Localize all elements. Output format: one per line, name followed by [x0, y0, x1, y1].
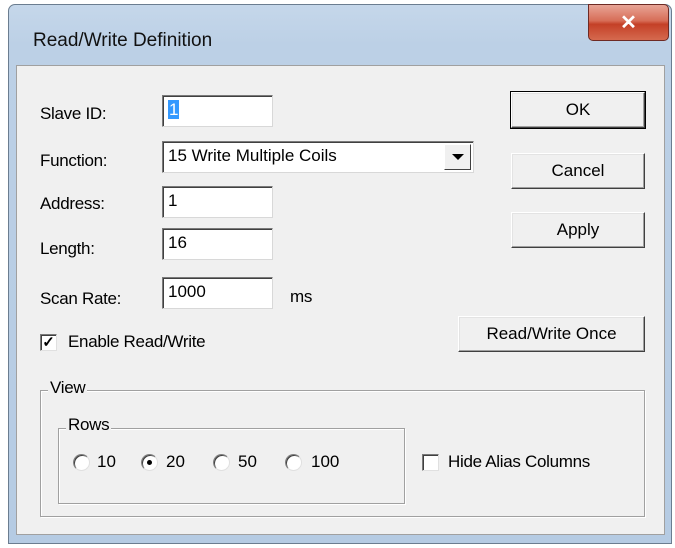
scan-rate-unit: ms	[290, 287, 313, 306]
length-label: Length:	[40, 239, 95, 258]
rows-radio-50-label: 50	[238, 452, 257, 471]
radio-selected-dot	[147, 460, 152, 465]
enable-read-write-label: Enable Read/Write	[68, 332, 206, 351]
read-write-once-button[interactable]: Read/Write Once	[458, 316, 645, 352]
hide-alias-columns-checkbox[interactable]	[422, 454, 439, 471]
rows-radio-10[interactable]	[73, 454, 90, 471]
address-label: Address:	[40, 194, 105, 213]
close-icon: ✕	[620, 12, 637, 34]
view-group-label: View	[48, 378, 88, 398]
dialog-window: Read/Write Definition ✕ Slave ID: 1 Func…	[8, 4, 672, 544]
scan-rate-label: Scan Rate:	[40, 289, 122, 308]
rows-group-label: Rows	[66, 415, 112, 435]
function-label: Function:	[40, 151, 108, 170]
apply-button[interactable]: Apply	[511, 212, 645, 248]
slave-id-input[interactable]: 1	[162, 95, 273, 127]
function-select[interactable]: 15 Write Multiple Coils	[162, 141, 474, 173]
chevron-down-icon	[451, 154, 464, 160]
hide-alias-columns-label: Hide Alias Columns	[448, 452, 590, 471]
rows-radio-50[interactable]	[213, 454, 230, 471]
close-button[interactable]: ✕	[588, 4, 669, 41]
slave-id-label: Slave ID:	[40, 104, 107, 123]
function-value: 15 Write Multiple Coils	[168, 146, 337, 165]
rows-radio-10-label: 10	[97, 452, 116, 471]
address-input[interactable]: 1	[162, 186, 273, 218]
checkmark-icon: ✓	[42, 334, 55, 351]
rows-radio-100[interactable]	[285, 454, 302, 471]
length-input[interactable]: 16	[162, 228, 273, 260]
dialog-client-area: Slave ID: 1 Function: 15 Write Multiple …	[16, 65, 665, 535]
rows-radio-20[interactable]	[141, 454, 158, 471]
cancel-button[interactable]: Cancel	[511, 153, 645, 189]
rows-radio-20-label: 20	[166, 452, 185, 471]
ok-button[interactable]: OK	[510, 91, 646, 129]
rows-radio-100-label: 100	[311, 452, 340, 471]
enable-read-write-checkbox[interactable]: ✓	[40, 334, 57, 351]
scan-rate-input[interactable]: 1000	[162, 277, 273, 309]
dropdown-arrow-button[interactable]	[444, 144, 471, 170]
slave-id-value: 1	[168, 100, 180, 119]
window-title: Read/Write Definition	[33, 30, 213, 51]
